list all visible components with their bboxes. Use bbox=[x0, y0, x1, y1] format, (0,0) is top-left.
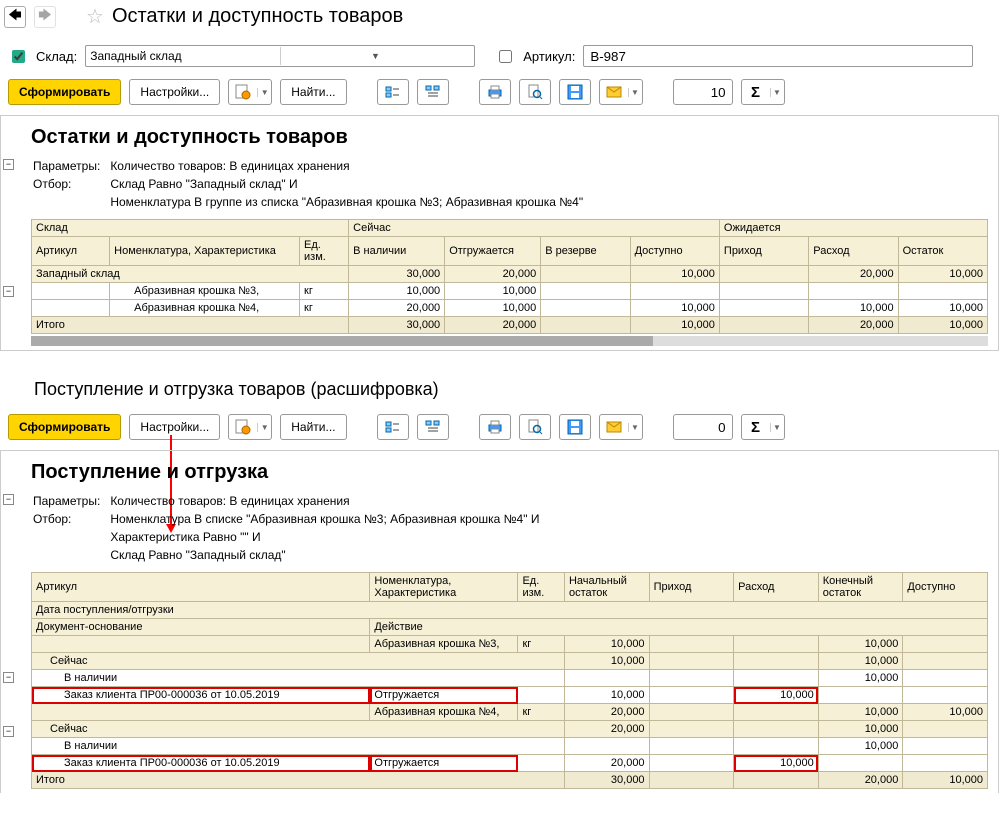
page-title: Остатки и доступность товаров bbox=[112, 5, 403, 28]
generate-button[interactable]: Сформировать bbox=[8, 79, 121, 105]
settings-button[interactable]: Настройки... bbox=[129, 79, 220, 105]
page-gear-icon bbox=[235, 84, 251, 100]
order-row: Заказ клиента ПР00-000036 от 10.05.2019О… bbox=[32, 687, 988, 704]
horizontal-scrollbar[interactable] bbox=[31, 336, 988, 346]
onhand-row: В наличии10,000 bbox=[32, 670, 988, 687]
collapse-block2[interactable]: − bbox=[3, 723, 14, 737]
warehouse-label: Склад: bbox=[36, 49, 77, 64]
save-button-2[interactable] bbox=[559, 414, 591, 440]
count-input[interactable] bbox=[673, 79, 733, 105]
expand-groups-button-2[interactable] bbox=[377, 414, 409, 440]
save-button[interactable] bbox=[559, 79, 591, 105]
sum-button-2[interactable]: Σ▼ bbox=[741, 414, 785, 440]
onhand-row: В наличии10,000 bbox=[32, 738, 988, 755]
table-row: Абразивная крошка №4,кг20,00010,00010,00… bbox=[32, 300, 988, 317]
table-group-row[interactable]: Западный склад 30,000 20,000 10,000 20,0… bbox=[32, 266, 988, 283]
collapse-groups-button-2[interactable] bbox=[417, 414, 449, 440]
send-button-2[interactable]: ▼ bbox=[599, 414, 643, 440]
now-row: Сейчас20,00010,000 bbox=[32, 721, 988, 738]
collapse-block1[interactable]: − bbox=[3, 669, 14, 683]
variant-button[interactable]: ▼ bbox=[228, 79, 272, 105]
printer-icon bbox=[487, 84, 503, 100]
envelope-icon bbox=[606, 84, 622, 100]
print-button-2[interactable] bbox=[479, 414, 511, 440]
find-button-2[interactable]: Найти... bbox=[280, 414, 346, 440]
table-row: Абразивная крошка №3,кг10,00010,000 bbox=[32, 283, 988, 300]
report1-params: Параметры:Количество товаров: В единицах… bbox=[31, 157, 593, 213]
order-row: Заказ клиента ПР00-000036 от 10.05.2019О… bbox=[32, 755, 988, 772]
print-preview-button[interactable] bbox=[519, 79, 551, 105]
warehouse-select[interactable]: Западный склад ▼ bbox=[85, 45, 475, 67]
print-button[interactable] bbox=[479, 79, 511, 105]
warehouse-value: Западный склад bbox=[90, 49, 280, 63]
collapse-report1[interactable]: − bbox=[3, 156, 14, 170]
sub-header: Поступление и отгрузка товаров (расшифро… bbox=[0, 365, 999, 410]
collapse-report2[interactable]: − bbox=[3, 491, 14, 505]
nav-forward-button[interactable]: 🡆 bbox=[34, 6, 56, 28]
report2-table: Артикул Номенклатура, Характеристика Ед.… bbox=[31, 572, 988, 789]
favorite-icon[interactable]: ☆ bbox=[86, 4, 104, 29]
article-input[interactable] bbox=[583, 45, 973, 67]
nav-back-button[interactable]: 🡄 bbox=[4, 6, 26, 28]
now-row: Сейчас10,00010,000 bbox=[32, 653, 988, 670]
settings-button-2[interactable]: Настройки... bbox=[129, 414, 220, 440]
report2-params: Параметры:Количество товаров: В единицах… bbox=[31, 492, 549, 566]
report2-title: Поступление и отгрузка bbox=[31, 461, 988, 484]
warehouse-checkbox[interactable] bbox=[12, 50, 25, 63]
chevron-down-icon[interactable]: ▼ bbox=[280, 47, 471, 65]
find-button[interactable]: Найти... bbox=[280, 79, 346, 105]
expand-groups-button[interactable] bbox=[377, 79, 409, 105]
send-button[interactable]: ▼ bbox=[599, 79, 643, 105]
variant-button-2[interactable]: ▼ bbox=[228, 414, 272, 440]
print-preview-button-2[interactable] bbox=[519, 414, 551, 440]
article-label: Артикул: bbox=[523, 49, 575, 64]
sum-button[interactable]: Σ▼ bbox=[741, 79, 785, 105]
collapse-groups-button[interactable] bbox=[417, 79, 449, 105]
table-total-row: Итого30,00020,00010,00020,00010,000 bbox=[32, 317, 988, 334]
page-magnify-icon bbox=[527, 84, 543, 100]
article-checkbox[interactable] bbox=[499, 50, 512, 63]
table-total-row: Итого30,00020,00010,000 bbox=[32, 772, 988, 789]
item-row: Абразивная крошка №3,кг10,00010,000 bbox=[32, 636, 988, 653]
floppy-icon bbox=[567, 84, 583, 100]
report1-title: Остатки и доступность товаров bbox=[31, 126, 988, 149]
collapse-group1[interactable]: − bbox=[3, 283, 14, 297]
report1-table: Склад Сейчас Ожидается Артикул Номенклат… bbox=[31, 219, 988, 334]
count-input-2[interactable] bbox=[673, 414, 733, 440]
generate-button-2[interactable]: Сформировать bbox=[8, 414, 121, 440]
item-row: Абразивная крошка №4,кг20,00010,00010,00… bbox=[32, 704, 988, 721]
